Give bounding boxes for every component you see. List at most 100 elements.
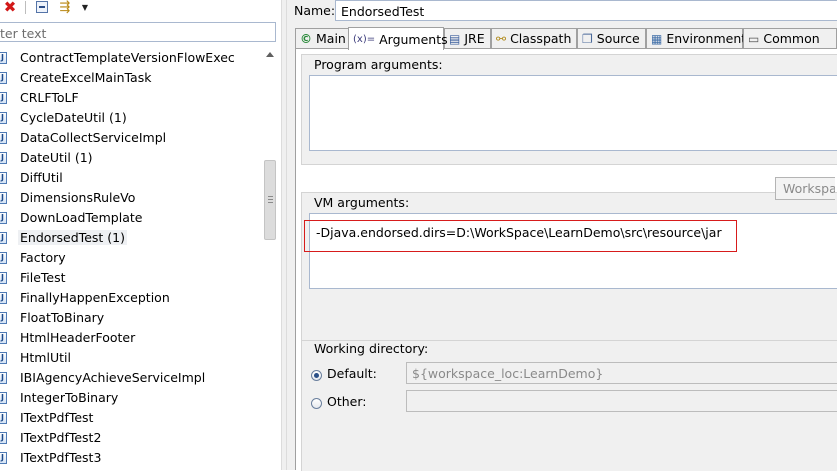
program-arguments-label: Program arguments: [314, 57, 443, 72]
java-app-icon: J [0, 132, 7, 144]
name-value: EndorsedTest [341, 4, 425, 19]
vm-arguments-group: VM arguments: -Djava.endorsed.dirs=D:\Wo… [301, 192, 837, 352]
list-item[interactable]: J CreateExcelMainTask [0, 68, 262, 88]
list-item[interactable]: J FinallyHappenException [0, 288, 262, 308]
java-app-icon: J [0, 352, 7, 364]
list-item[interactable]: J DimensionsRuleVo [0, 188, 262, 208]
list-item[interactable]: J HtmlUtil [0, 348, 262, 368]
list-scrollbar[interactable] [262, 48, 279, 470]
list-item[interactable]: J IntegerToBinary [0, 388, 262, 408]
filter-input[interactable]: ter text [0, 22, 276, 42]
source-icon: ❐ [582, 31, 593, 46]
tab-classpath-label: Classpath [510, 31, 572, 46]
list-item[interactable]: J ITextPdfTest2 [0, 428, 262, 448]
java-app-icon: J [0, 292, 7, 304]
tab-environment[interactable]: ▦ Environment [646, 28, 746, 48]
list-item[interactable]: J FileTest [0, 268, 262, 288]
tab-common-label: Common [763, 31, 820, 46]
list-item[interactable]: J CycleDateUtil (1) [0, 108, 262, 128]
java-app-icon: J [0, 212, 7, 224]
config-editor-pane: Name: EndorsedTest © Main (x)= Arguments… [287, 0, 837, 471]
java-app-icon: J [0, 112, 7, 124]
java-app-icon: J [0, 332, 7, 344]
java-app-icon: J [0, 372, 7, 384]
list-item-label: Factory [20, 250, 66, 265]
list-item-label: DataCollectServiceImpl [20, 130, 167, 145]
list-item-label: FloatToBinary [20, 310, 105, 325]
list-item[interactable]: J ITextPdfTest3 [0, 448, 262, 468]
java-app-icon: J [0, 432, 7, 444]
list-item[interactable]: J DataCollectServiceImpl [0, 128, 262, 148]
config-list: J ContractTemplateVersionFlowExec J CreateE… [0, 48, 262, 470]
list-item[interactable]: J FloatToBinary [0, 308, 262, 328]
name-label: Name: [294, 3, 336, 18]
list-item[interactable]: J ContractTemplateVersionFlowExec [0, 48, 262, 68]
java-app-icon: J [0, 312, 7, 324]
list-item-label: ITextPdfTest [20, 410, 94, 425]
tab-jre-label: JRE [464, 31, 485, 46]
list-item-label: IntegerToBinary [20, 390, 119, 405]
program-arguments-group: Program arguments: [301, 54, 837, 165]
list-item[interactable]: J CRLFToLF [0, 88, 262, 108]
java-app-icon: J [0, 272, 7, 284]
list-item-label: EndorsedTest (1) [18, 230, 127, 245]
tab-common[interactable]: ▭ Common [743, 28, 837, 48]
java-app-icon: J [0, 252, 7, 264]
java-app-icon: J [0, 72, 7, 84]
tab-source[interactable]: ❐ Source [577, 28, 646, 48]
list-item-label: ITextPdfTest2 [20, 430, 102, 445]
main-icon: © [300, 31, 312, 46]
java-app-icon: J [0, 232, 7, 244]
other-directory-input[interactable] [406, 390, 837, 412]
tab-source-label: Source [596, 31, 640, 46]
collapse-all-icon[interactable] [35, 0, 48, 14]
arguments-panel: Program arguments: VM arguments: -Djava.… [295, 48, 837, 471]
java-app-icon: J [0, 92, 7, 104]
environment-icon: ▦ [651, 31, 663, 46]
tab-bar: © Main (x)= Arguments ▤ JRE ⚯ Classpath … [295, 27, 837, 50]
list-item-label: FinallyHappenException [20, 290, 170, 305]
tab-arguments-label: Arguments [379, 31, 448, 47]
delete-icon[interactable]: ✖ [2, 0, 18, 15]
default-directory-field: ${workspace_loc:LearnDemo} [406, 362, 837, 384]
list-item[interactable]: J DateUtil (1) [0, 148, 262, 168]
filter-icon[interactable]: ⇶ [57, 0, 73, 15]
other-radio[interactable] [311, 398, 322, 409]
tab-main[interactable]: © Main [295, 28, 349, 48]
tab-environment-label: Environment [666, 31, 747, 46]
filter-placeholder: ter text [0, 26, 47, 41]
default-radio[interactable] [311, 370, 322, 381]
view-menu-icon[interactable]: ▼ [80, 0, 90, 14]
list-item[interactable]: J ITextPdfTest [0, 408, 262, 428]
java-app-icon: J [0, 392, 7, 404]
list-item[interactable]: J DownLoadTemplate [0, 208, 262, 228]
list-item-label: ContractTemplateVersionFlowExec [20, 50, 235, 65]
list-item-label: IBIAgencyAchieveServiceImpl [20, 370, 206, 385]
list-item-label: HtmlHeaderFooter [20, 330, 136, 345]
list-item[interactable]: J HtmlHeaderFooter [0, 328, 262, 348]
default-directory-value: ${workspace_loc:LearnDemo} [412, 366, 604, 381]
highlight-box [304, 220, 737, 252]
list-item[interactable]: J DiffUtil [0, 168, 262, 188]
classpath-icon: ⚯ [496, 31, 507, 46]
list-item[interactable]: J IBIAgencyAchieveServiceImpl [0, 368, 262, 388]
java-app-icon: J [0, 192, 7, 204]
list-item[interactable]: J Factory [0, 248, 262, 268]
list-item-label: CycleDateUtil (1) [20, 110, 127, 125]
other-radio-label: Other: [327, 394, 367, 409]
working-directory-group: Working directory: Default: ${workspace_… [301, 340, 837, 471]
list-item[interactable]: J EndorsedTest (1) [0, 228, 262, 248]
program-arguments-textarea[interactable] [309, 75, 837, 151]
toolbar-separator [25, 1, 26, 14]
list-item-label: HtmlUtil [20, 350, 71, 365]
list-toolbar: ✖ ⇶ ▼ [0, 0, 281, 18]
tab-classpath[interactable]: ⚯ Classpath [491, 28, 577, 48]
tab-arguments[interactable]: (x)= Arguments [348, 27, 448, 50]
java-app-icon: J [0, 52, 7, 64]
scroll-up-arrow-icon[interactable] [266, 52, 274, 57]
scrollbar-thumb[interactable] [264, 160, 276, 240]
list-item-label: ITextPdfTest3 [20, 450, 102, 465]
name-input[interactable]: EndorsedTest [335, 0, 837, 21]
workspace-button[interactable]: Workspa [775, 177, 835, 200]
default-radio-label: Default: [327, 366, 377, 381]
